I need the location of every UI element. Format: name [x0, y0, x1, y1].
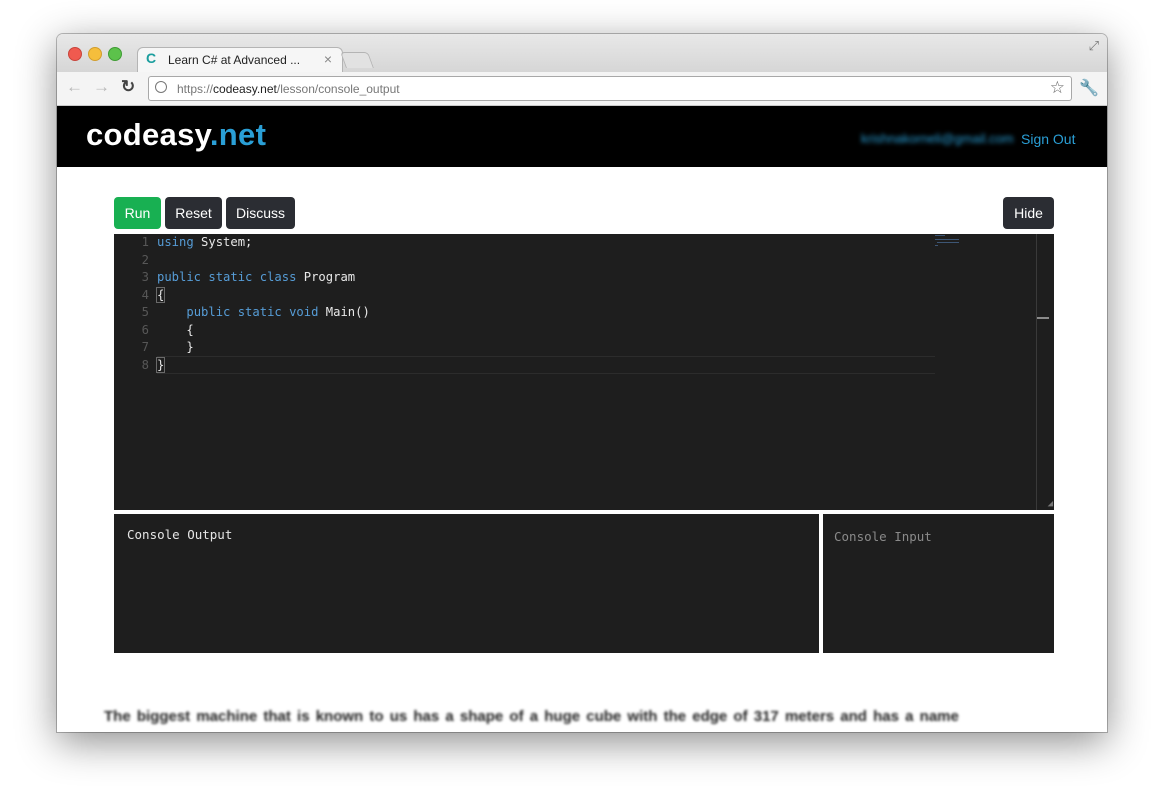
tab-favicon-icon: C	[146, 50, 157, 66]
main-content: Run Reset Discuss Hide 1 using System; 2 …	[57, 167, 1107, 732]
lesson-paragraph: The biggest machine that is known to us …	[104, 708, 959, 725]
tab-title: Learn C# at Advanced ...	[168, 53, 301, 67]
code-line: 4{	[114, 286, 166, 305]
browser-tab[interactable]: C Learn C# at Advanced ... ×	[137, 47, 343, 73]
back-arrow-icon[interactable]: ←	[66, 77, 83, 97]
code-line: 3 public static class Program	[114, 269, 355, 287]
url-scheme: https://	[177, 82, 214, 96]
new-tab-button[interactable]	[340, 52, 374, 68]
code-line: 7 }	[114, 339, 194, 357]
line-number: 3	[141, 270, 149, 284]
tab-close-icon[interactable]: ×	[324, 51, 332, 67]
line-number: 1	[141, 235, 149, 249]
line-number: 2	[141, 252, 149, 267]
site-header: codeasy.net krishnakorneli@gmail.com Sig…	[57, 106, 1107, 167]
line-number: 4	[141, 287, 149, 302]
code-line: 6 {	[114, 322, 194, 340]
code-text: {	[157, 322, 194, 337]
browser-toolbar: ← → ↻ https://codeasy.net/lesson/console…	[57, 72, 1107, 106]
line-number: 6	[141, 322, 149, 337]
editor-scrollbar[interactable]	[1036, 234, 1037, 510]
forward-arrow-icon[interactable]: →	[93, 77, 110, 97]
code-text: {	[155, 286, 166, 303]
url-text[interactable]: https://codeasy.net/lesson/console_outpu…	[177, 82, 400, 96]
console-input-placeholder: Console Input	[834, 529, 932, 544]
code-text: System;	[193, 235, 253, 249]
logo-tld: .net	[209, 117, 267, 152]
code-line: 5 public static void Main()	[114, 304, 370, 322]
user-email[interactable]: krishnakorneli@gmail.com	[861, 131, 1014, 146]
line-number: 5	[141, 305, 149, 319]
line-number: 8	[141, 357, 149, 372]
logo-main: codeasy	[86, 117, 210, 152]
console-output-label: Console Output	[127, 527, 233, 542]
editor-minimap[interactable]	[935, 234, 1035, 254]
address-bar[interactable]: https://codeasy.net/lesson/console_outpu…	[148, 76, 1072, 101]
code-keyword: using	[157, 235, 194, 249]
code-line: 8}	[114, 356, 166, 375]
reload-icon[interactable]: ↻	[121, 77, 135, 97]
code-keyword: public static void	[186, 305, 319, 319]
reset-button[interactable]: Reset	[165, 197, 222, 229]
title-bar: C Learn C# at Advanced ... × ⤢	[57, 34, 1107, 73]
url-host: codeasy.net	[213, 82, 277, 96]
fullscreen-icon[interactable]: ⤢	[1089, 38, 1099, 54]
code-line: 1 using System;	[114, 234, 253, 252]
window-close-button[interactable]	[68, 47, 82, 61]
console-output-panel: Console Output	[114, 514, 819, 653]
code-text: Main()	[318, 305, 370, 319]
star-icon[interactable]: ☆	[1050, 78, 1065, 98]
current-line-highlight	[157, 356, 935, 374]
sign-out-link[interactable]: Sign Out	[1021, 131, 1075, 147]
browser-window: C Learn C# at Advanced ... × ⤢ ← → ↻ htt…	[57, 34, 1107, 732]
console-input-field[interactable]: Console Input	[823, 514, 1054, 653]
code-keyword: public static class	[157, 270, 297, 284]
discuss-button[interactable]: Discuss	[226, 197, 295, 229]
code-editor[interactable]: 1 using System; 2 3 public static class Pr…	[114, 234, 1054, 510]
wrench-icon[interactable]: 🔧	[1079, 78, 1099, 98]
run-button[interactable]: Run	[114, 197, 161, 229]
code-line: 2	[114, 252, 157, 270]
window-maximize-button[interactable]	[108, 47, 122, 61]
resize-handle-icon[interactable]: ◢	[1048, 499, 1053, 509]
window-minimize-button[interactable]	[88, 47, 102, 61]
code-text: }	[155, 356, 166, 373]
hide-button[interactable]: Hide	[1003, 197, 1054, 229]
line-number: 7	[141, 340, 149, 354]
scrollbar-cursor-marker	[1037, 317, 1049, 319]
code-text: Program	[296, 270, 356, 284]
globe-icon	[155, 81, 167, 93]
site-logo[interactable]: codeasy.net	[86, 117, 266, 153]
code-text: }	[157, 340, 194, 354]
url-path: /lesson/console_output	[276, 82, 400, 96]
